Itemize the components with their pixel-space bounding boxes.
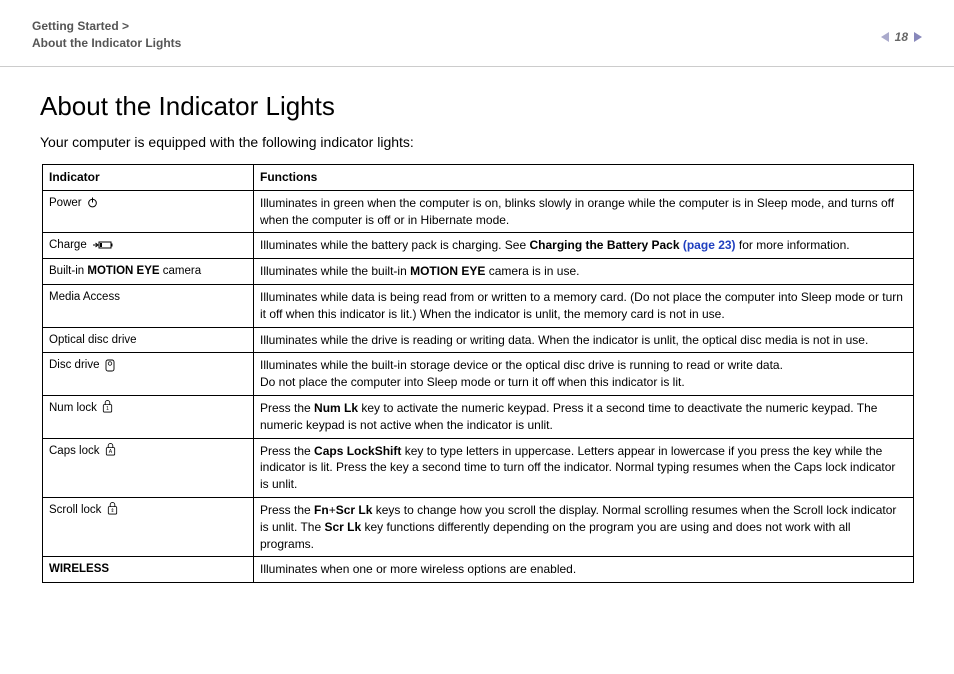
scrolllock-icon: ⇕ — [107, 502, 118, 515]
breadcrumb-line1: Getting Started > — [32, 18, 181, 35]
functions-cell: Illuminates while the drive is reading o… — [254, 327, 914, 353]
func-bold: Num Lk — [314, 401, 358, 415]
func-text: Illuminates in green when the computer i… — [260, 196, 894, 227]
table-row: Disc drive Illuminates while the built-i… — [43, 353, 914, 396]
disc-drive-icon — [105, 359, 115, 372]
table-row: Power Illuminates in green when the comp… — [43, 190, 914, 233]
functions-cell: Illuminates while the battery pack is ch… — [254, 233, 914, 259]
indicator-cell: Media Access — [43, 284, 254, 327]
svg-text:1: 1 — [106, 406, 109, 412]
func-text: Illuminates while the battery pack is ch… — [260, 238, 529, 252]
table-row: Built-in MOTION EYE cameraIlluminates wh… — [43, 259, 914, 285]
page-number: 18 — [895, 30, 908, 44]
indicator-cell: Built-in MOTION EYE camera — [43, 259, 254, 285]
table-row: Optical disc drive Illuminates while the … — [43, 327, 914, 353]
table-row: Num lock 1Press the Num Lk key to activa… — [43, 395, 914, 438]
power-icon — [87, 197, 98, 208]
func-text: Illuminates when one or more wireless op… — [260, 562, 576, 576]
func-text: key to type letters in uppercase. Letter… — [401, 444, 813, 458]
charge-icon — [92, 240, 114, 250]
func-bold: Scr Lk — [336, 503, 373, 517]
indicator-cell: Scroll lock ⇕ — [43, 497, 254, 556]
capslock-icon: A — [105, 443, 116, 456]
functions-cell: Illuminates in green when the computer i… — [254, 190, 914, 233]
indicator-text: Power — [49, 197, 85, 209]
indicator-cell: Disc drive — [43, 353, 254, 396]
func-text: Press the — [260, 503, 314, 517]
next-page-arrow-icon[interactable] — [914, 32, 922, 42]
functions-cell: Illuminates while data is being read fro… — [254, 284, 914, 327]
func-bold: Caps Lock — [314, 444, 375, 458]
indicator-text: Caps lock — [49, 445, 103, 457]
indicator-text: Charge — [49, 239, 90, 251]
page-navigation: 18 — [881, 18, 922, 44]
svg-text:A: A — [108, 449, 112, 455]
indicator-text: Optical disc drive — [49, 334, 137, 346]
functions-cell: Press the Fn+Scr Lk keys to change how y… — [254, 497, 914, 556]
header-functions: Functions — [254, 165, 914, 191]
indicator-text: Disc drive — [49, 359, 103, 371]
func-text: Press the — [260, 401, 314, 415]
indicator-cell: Charge — [43, 233, 254, 259]
indicator-cell: Num lock 1 — [43, 395, 254, 438]
indicator-text: Built-in — [49, 265, 87, 277]
func-bold: Scr Lk — [324, 520, 361, 534]
indicator-bold: WIRELESS — [49, 563, 109, 575]
intro-text: Your computer is equipped with the follo… — [40, 134, 914, 150]
func-text: Do not place the computer into Sleep mod… — [260, 375, 685, 389]
indicator-cell: WIRELESS — [43, 557, 254, 583]
indicator-cell: Power — [43, 190, 254, 233]
page-header: Getting Started > About the Indicator Li… — [0, 0, 954, 67]
functions-cell: Press the Caps LockShift key to type let… — [254, 438, 914, 497]
indicator-text: Scroll lock — [49, 504, 105, 516]
func-text: for more information. — [736, 238, 850, 252]
functions-cell: Illuminates while the built-in MOTION EY… — [254, 259, 914, 285]
table-row: Scroll lock ⇕Press the Fn+Scr Lk keys to… — [43, 497, 914, 556]
table-row: Media Access Illuminates while data is be… — [43, 284, 914, 327]
func-text: Illuminates while data is being read fro… — [260, 290, 903, 321]
indicator-bold: MOTION EYE — [87, 265, 159, 277]
func-text: + — [329, 503, 336, 517]
page-title: About the Indicator Lights — [40, 91, 914, 122]
indicator-table: Indicator Functions Power Illuminates in… — [42, 164, 914, 583]
indicator-cell: Caps lock A — [43, 438, 254, 497]
table-row: Caps lock APress the Caps LockShift key … — [43, 438, 914, 497]
indicator-text: camera — [160, 265, 202, 277]
func-text: Illuminates while the built-in storage d… — [260, 358, 783, 372]
func-text: Illuminates while the drive is reading o… — [260, 333, 868, 347]
functions-cell: Illuminates while the built-in storage d… — [254, 353, 914, 396]
func-link[interactable]: (page 23) — [683, 238, 736, 252]
functions-cell: Press the Num Lk key to activate the num… — [254, 395, 914, 438]
page-content: About the Indicator Lights Your computer… — [0, 67, 954, 583]
breadcrumb: Getting Started > About the Indicator Li… — [32, 18, 181, 52]
func-text: camera is in use. — [485, 264, 579, 278]
breadcrumb-line2: About the Indicator Lights — [32, 35, 181, 52]
numlock-icon: 1 — [102, 400, 113, 413]
table-row: WIRELESS Illuminates when one or more wir… — [43, 557, 914, 583]
table-row: Charge Illuminates while the battery pac… — [43, 233, 914, 259]
functions-cell: Illuminates when one or more wireless op… — [254, 557, 914, 583]
func-bold: MOTION EYE — [410, 264, 485, 278]
func-text: Illuminates while the built-in — [260, 264, 410, 278]
func-bold: Charging the Battery Pack — [529, 238, 682, 252]
svg-text:⇕: ⇕ — [110, 508, 114, 514]
indicator-cell: Optical disc drive — [43, 327, 254, 353]
indicator-text: Media Access — [49, 291, 120, 303]
func-bold: Shift — [375, 444, 402, 458]
indicator-text: Num lock — [49, 402, 100, 414]
prev-page-arrow-icon[interactable] — [881, 32, 889, 42]
header-indicator: Indicator — [43, 165, 254, 191]
func-bold: Fn — [314, 503, 329, 517]
func-text: Press the — [260, 444, 314, 458]
